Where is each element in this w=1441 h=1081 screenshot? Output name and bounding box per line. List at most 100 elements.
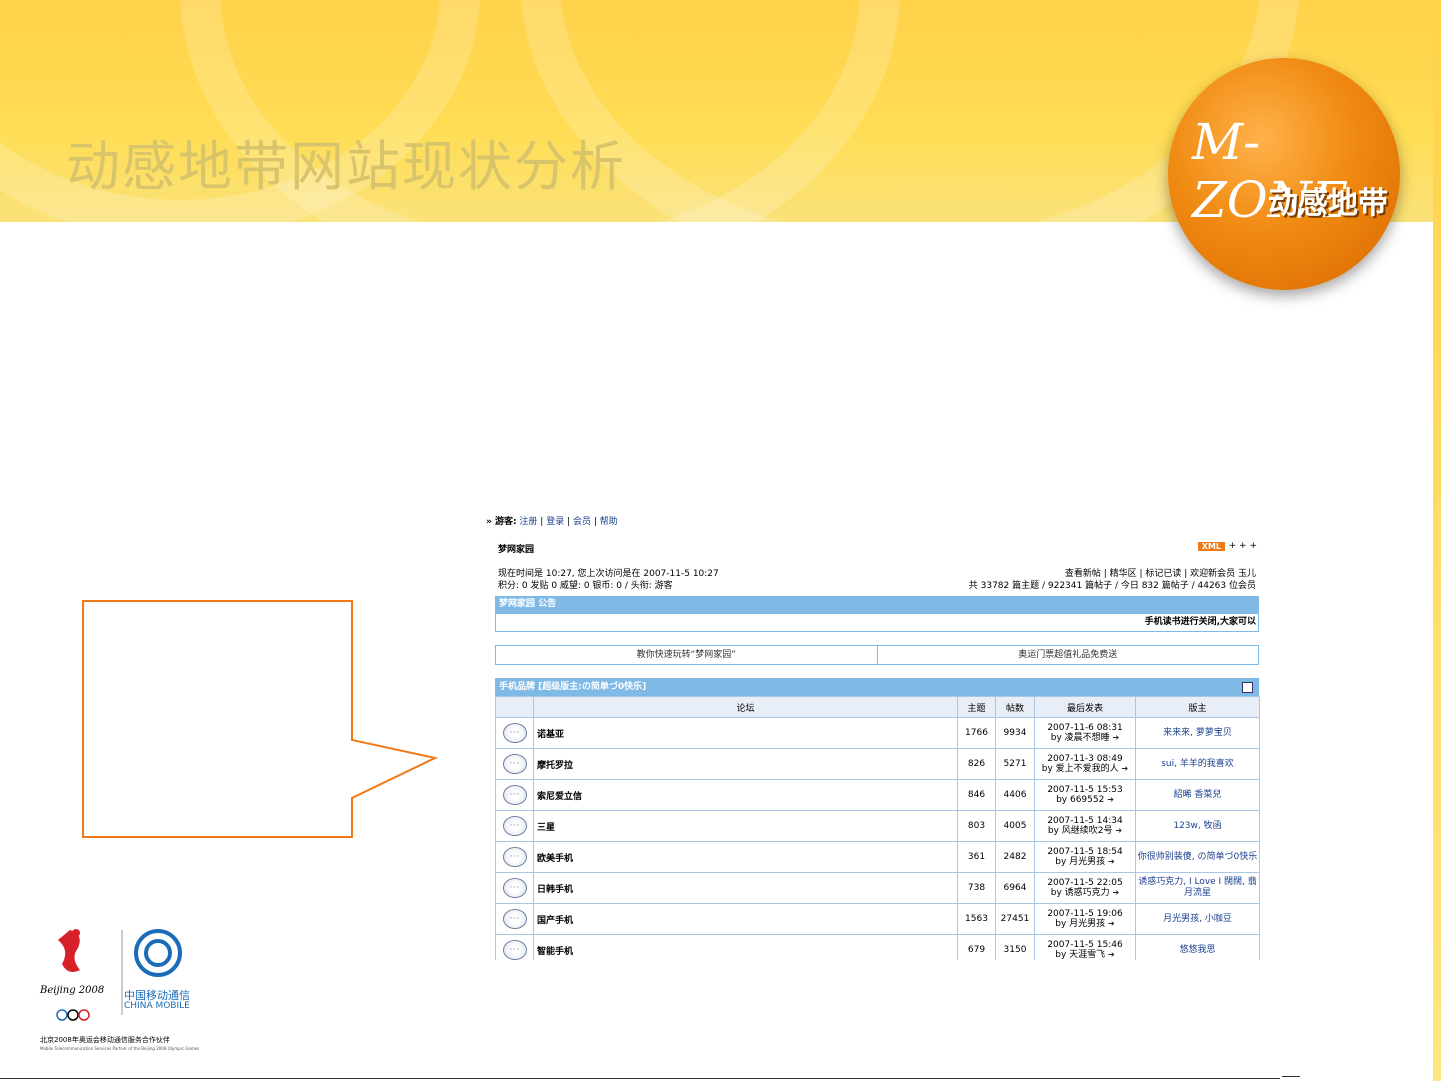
moderators-cell[interactable]: sui, 羊羊的我喜欢 (1135, 748, 1260, 780)
forum-status-icon: ◦◦◦ (502, 940, 527, 960)
moderators-cell[interactable]: 紹晞 香菜兒 (1135, 779, 1260, 811)
last-post-author[interactable]: by 天涯雪飞 (1055, 950, 1105, 960)
moderators-cell[interactable]: 你很帅别装傻, の简单づ0快乐 (1135, 841, 1260, 873)
goto-last-icon[interactable]: ➔ (1115, 826, 1122, 835)
topic-count: 826 (957, 748, 996, 780)
slide-title: 动感地带网站现状分析 (66, 135, 626, 198)
last-post-cell[interactable]: 2007-11-5 22:05 by 诱惑巧克力 ➔ (1034, 872, 1136, 904)
forum-status-icon: ◦◦◦ (502, 909, 527, 929)
post-count: 4005 (995, 810, 1035, 842)
notice-header: 梦网家园 公告 (495, 596, 1259, 613)
goto-last-icon[interactable]: ➔ (1113, 888, 1120, 897)
last-post-time: 2007-11-3 08:49 (1047, 754, 1123, 764)
plus-icons[interactable]: + + + (1229, 541, 1257, 551)
last-post-cell[interactable]: 2007-11-5 19:06 by 月光男孩 ➔ (1034, 903, 1136, 935)
forum-name[interactable]: 索尼爱立信 (533, 779, 958, 811)
table-row[interactable]: ◦◦◦ 日韩手机 738 6964 2007-11-5 22:05 by 诱惑巧克力 ➔ 诱… (495, 872, 1260, 904)
goto-last-icon[interactable]: ➔ (1108, 919, 1115, 928)
forum-icon-cell: ◦◦◦ (495, 717, 534, 749)
last-post-cell[interactable]: 2007-11-5 14:34 by 风继续吹2号 ➔ (1034, 810, 1136, 842)
last-post-author[interactable]: by 凌晨不想睡 (1051, 733, 1110, 743)
last-post-cell[interactable]: 2007-11-5 15:53 by 669552 ➔ (1034, 779, 1136, 811)
last-post-author[interactable]: by 月光男孩 (1055, 857, 1105, 867)
goto-last-icon[interactable]: ➔ (1107, 795, 1114, 804)
last-post-author[interactable]: by 爱上不爱我的人 (1042, 764, 1119, 774)
post-count: 4406 (995, 779, 1035, 811)
table-row[interactable]: ◦◦◦ 摩托罗拉 826 5271 2007-11-3 08:49 by 爱上不爱我的人 … (495, 748, 1260, 780)
last-post-author[interactable]: by 669552 (1056, 795, 1104, 805)
forum-name[interactable]: 三星 (533, 810, 958, 842)
forum-name[interactable]: 国产手机 (533, 903, 958, 935)
forum-name[interactable]: 欧美手机 (533, 841, 958, 873)
nav-help-link[interactable]: 帮助 (600, 517, 618, 527)
column-header: 帖数 (995, 696, 1035, 718)
last-post-author[interactable]: by 月光男孩 (1055, 919, 1105, 929)
last-post-time: 2007-11-6 08:31 (1047, 723, 1123, 733)
table-row[interactable]: ◦◦◦ 欧美手机 361 2482 2007-11-5 18:54 by 月光男孩 ➔ 你很… (495, 841, 1260, 873)
forum-icon-cell: ◦◦◦ (495, 903, 534, 935)
column-header: 论坛 (533, 696, 958, 718)
nav-login-link[interactable]: 登录 (546, 517, 564, 527)
table-row[interactable]: ◦◦◦ 智能手机 679 3150 2007-11-5 15:46 by 天涯雪飞 ➔ 悠悠… (495, 934, 1260, 960)
promo-link-right[interactable]: 奥运门票超值礼品免费送 (878, 646, 1259, 664)
topic-count: 1766 (957, 717, 996, 749)
points-info: 积分: 0 发贴 0 威望: 0 银币: 0 / 头衔: 游客 (498, 581, 673, 591)
forum-name[interactable]: 智能手机 (533, 934, 958, 960)
post-count: 9934 (995, 717, 1035, 749)
forum-name[interactable]: 日韩手机 (533, 872, 958, 904)
category-title[interactable]: 手机品牌 [超级版主:の简单づ0快乐] (499, 682, 646, 692)
goto-last-icon[interactable]: ➔ (1113, 733, 1120, 742)
nav-members-link[interactable]: 会员 (573, 517, 591, 527)
table-row[interactable]: ◦◦◦ 三星 803 4005 2007-11-5 14:34 by 风继续吹2号 ➔ 12… (495, 810, 1260, 842)
notice-marquee[interactable]: 手机读书进行关闭,大家可以 (495, 613, 1259, 632)
callout-bubble (82, 600, 439, 838)
last-post-author[interactable]: by 风继续吹2号 (1048, 826, 1113, 836)
totals-info: 共 33782 篇主题 / 922341 篇帖子 / 今日 832 篇帖子 / … (968, 581, 1256, 591)
forum-status-icon: ◦◦◦ (502, 754, 527, 774)
topic-count: 1563 (957, 903, 996, 935)
column-header: 主题 (957, 696, 996, 718)
last-post-time: 2007-11-5 18:54 (1047, 847, 1123, 857)
table-row[interactable]: ◦◦◦ 索尼爱立信 846 4406 2007-11-5 15:53 by 669552 … (495, 779, 1260, 811)
moderators-cell[interactable]: 来来来, 萝萝宝贝 (1135, 717, 1260, 749)
forum-icon-cell: ◦◦◦ (495, 872, 534, 904)
forum-top-nav: » 游客: 注册 | 登录 | 会员 | 帮助 (486, 517, 618, 527)
moderators-cell[interactable]: 123w, 牧函 (1135, 810, 1260, 842)
table-row[interactable]: ◦◦◦ 国产手机 1563 27451 2007-11-5 19:06 by 月光男孩 ➔… (495, 903, 1260, 935)
promo-bar: 教你快速玩转“梦网家园” 奥运门票超值礼品免费送 (495, 645, 1259, 665)
promo-link-left[interactable]: 教你快速玩转“梦网家园” (496, 646, 878, 664)
forum-icon-cell: ◦◦◦ (495, 779, 534, 811)
forum-site-name[interactable]: 梦网家园 (498, 542, 534, 555)
forum-icon-cell: ◦◦◦ (495, 748, 534, 780)
forum-name[interactable]: 诺基亚 (533, 717, 958, 749)
topic-count: 679 (957, 934, 996, 960)
last-post-cell[interactable]: 2007-11-5 18:54 by 月光男孩 ➔ (1034, 841, 1136, 873)
forum-stats: 查看新帖 | 精华区 | 标记已读 | 欢迎新会员 玉儿 共 33782 篇主题… (969, 568, 1256, 592)
table-header-row: 论坛 主题 帖数 最后发表 版主 (495, 696, 1260, 718)
nav-register-link[interactable]: 注册 (519, 517, 537, 527)
sponsor-logo-block: Beijing 2008 中国移动通信 CHINA MOBILE 北京2008年… (40, 925, 220, 1060)
moderators-cell[interactable]: 月光男孩, 小咖豆 (1135, 903, 1260, 935)
guest-label: » 游客: (486, 517, 517, 527)
last-post-cell[interactable]: 2007-11-3 08:49 by 爱上不爱我的人 ➔ (1034, 748, 1136, 780)
forum-name[interactable]: 摩托罗拉 (533, 748, 958, 780)
moderators-cell[interactable]: 诱惑巧克力, I Love I 闊闊, 翡月流星 (1135, 872, 1260, 904)
moderators-cell[interactable]: 悠悠我思 (1135, 934, 1260, 960)
quick-links[interactable]: 查看新帖 | 精华区 | 标记已读 | 欢迎新会员 玉儿 (969, 568, 1256, 580)
collapse-toggle-icon[interactable] (1242, 682, 1253, 693)
last-post-author[interactable]: by 诱惑巧克力 (1051, 888, 1110, 898)
last-post-time: 2007-11-5 15:53 (1047, 785, 1123, 795)
forum-status-icon: ◦◦◦ (502, 785, 527, 805)
table-row[interactable]: ◦◦◦ 诺基亚 1766 9934 2007-11-6 08:31 by 凌晨不想睡 ➔ 来… (495, 717, 1260, 749)
last-post-cell[interactable]: 2007-11-6 08:31 by 凌晨不想睡 ➔ (1034, 717, 1136, 749)
goto-last-icon[interactable]: ➔ (1108, 950, 1115, 959)
goto-last-icon[interactable]: ➔ (1122, 764, 1129, 773)
last-post-cell[interactable]: 2007-11-5 15:46 by 天涯雪飞 ➔ (1034, 934, 1136, 960)
xml-badge[interactable]: XML (1197, 542, 1225, 551)
goto-last-icon[interactable]: ➔ (1108, 857, 1115, 866)
china-mobile-en: CHINA MOBILE (124, 1001, 190, 1011)
forum-screenshot: » 游客: 注册 | 登录 | 会员 | 帮助 梦网家园 XML + + + 现… (486, 512, 1261, 960)
last-post-time: 2007-11-5 22:05 (1047, 878, 1123, 888)
right-decor-bar (1433, 0, 1441, 1081)
category-header: 手机品牌 [超级版主:の简单づ0快乐] (495, 678, 1259, 696)
